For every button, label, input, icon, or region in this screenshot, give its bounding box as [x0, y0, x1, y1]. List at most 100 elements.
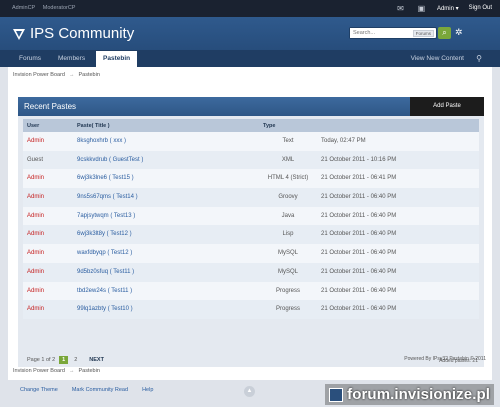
page-content: Invision Power Board → Pastebin Recent Pas… [8, 67, 492, 380]
row-title[interactable]: 9d5bz0sfuq ( Test11 ) [77, 269, 134, 275]
table-row: Admin 6wj3k3lne6 ( Test15 ) HTML 4 (Stri… [23, 169, 479, 189]
row-user[interactable]: Admin [27, 231, 44, 237]
search-button[interactable]: ⌕ [438, 27, 451, 39]
row-date: 21 October 2011 - 06:40 PM [321, 268, 397, 275]
tab-members[interactable]: Members [58, 50, 85, 67]
column-type: Type [263, 123, 276, 129]
arrow-right-icon: → [68, 72, 75, 78]
breadcrumb-current[interactable]: Pastebin [78, 368, 99, 374]
admincp-link[interactable]: AdminCP [12, 5, 35, 11]
table-row: Admin 7apjsytwqm ( Test13 ) Java 21 Octo… [23, 206, 479, 226]
breadcrumb-current[interactable]: Pastebin [78, 72, 99, 78]
moderatorcp-link[interactable]: ModeratorCP [43, 5, 76, 11]
row-title[interactable]: 6wj3k3lne6 ( Test15 ) [77, 175, 134, 181]
user-name: Admin [436, 5, 454, 12]
row-title[interactable]: 7apjsytwqm ( Test13 ) [77, 213, 135, 219]
row-title[interactable]: 9ns5s67qms ( Test14 ) [77, 194, 138, 200]
view-new-content-link[interactable]: View New Content [411, 50, 464, 67]
row-date: 21 October 2011 - 10:16 PM [321, 156, 397, 163]
row-title[interactable]: waxfdbyqp ( Test12 ) [77, 250, 132, 256]
footer-links: Change Theme Mark Community Read Help [20, 387, 153, 393]
help-link[interactable]: Help [142, 387, 153, 393]
row-date: 21 October 2011 - 06:40 PM [321, 250, 397, 257]
row-type: MySQL [277, 250, 298, 257]
panel-title: Recent Pastes [24, 102, 77, 111]
row-user: Guest [27, 156, 44, 163]
change-theme-link[interactable]: Change Theme [20, 387, 58, 393]
row-title[interactable]: 9cskkvdrub ( GuestTest ) [77, 157, 143, 163]
row-user[interactable]: Admin [27, 175, 44, 181]
user-menu[interactable]: Admin ▾ [437, 5, 459, 12]
site-footer: Change Theme Mark Community Read Help ▲ … [0, 380, 500, 407]
row-date: 21 October 2011 - 06:40 PM [321, 212, 397, 219]
table-row: Admin 9ns5s67qms ( Test14 ) Groovy 21 Oc… [23, 188, 479, 207]
row-user[interactable]: Admin [27, 306, 44, 312]
row-title[interactable]: 99lq1azbty ( Test10 ) [77, 306, 133, 312]
row-type: Java [281, 212, 295, 219]
breadcrumb: Invision Power Board → Pastebin [13, 72, 100, 78]
panel-header: Recent Pastes Add Paste [18, 97, 484, 116]
pagination: Page 1 of 2 1 2 NEXT [27, 356, 104, 364]
row-type: Progress [275, 287, 300, 294]
next-page-button[interactable]: NEXT [89, 357, 104, 363]
pastes-table: User Paste( Title ) Type Admin 8ksghoxhr… [18, 116, 484, 367]
row-user[interactable]: Admin [27, 288, 44, 294]
inbox-icon[interactable]: ✉ [395, 3, 406, 13]
row-user[interactable]: Admin [27, 250, 44, 256]
ips-logo-icon [13, 28, 25, 40]
tab-pastebin[interactable]: Pastebin [96, 51, 138, 67]
table-body: Admin 8ksghoxhrb ( xxx ) Text Today, 02:… [23, 132, 479, 319]
tab-forums[interactable]: Forums [19, 50, 41, 67]
row-title[interactable]: 8ksghoxhrb ( xxx ) [77, 138, 126, 144]
page-2-button[interactable]: 2 [72, 357, 79, 363]
search-scope-select[interactable]: Forums [412, 30, 434, 37]
row-date: 21 October 2011 - 06:40 PM [321, 231, 397, 238]
table-row: Admin tbd2ew24s ( Test11 ) Progress 21 O… [23, 281, 479, 301]
arrow-right-icon: → [68, 368, 75, 374]
recent-pastes-panel: Recent Pastes Add Paste User Paste( Titl… [18, 97, 484, 367]
column-title: Paste( Title ) [77, 123, 110, 129]
profile-card-icon[interactable]: ▣ [416, 3, 427, 13]
search-box: Forums [349, 27, 437, 39]
add-paste-button[interactable]: Add Paste [410, 97, 484, 116]
row-user[interactable]: Admin [27, 213, 44, 219]
arrow-up-icon: ▲ [246, 388, 253, 394]
column-user: User [27, 123, 40, 129]
sign-out-link[interactable]: Sign Out [469, 5, 492, 11]
mark-community-read-link[interactable]: Mark Community Read [72, 387, 128, 393]
row-title[interactable]: 6wj3k3lt8y ( Test12 ) [77, 231, 132, 237]
search-input[interactable] [350, 28, 405, 38]
table-row: Admin 9d5bz0sfuq ( Test11 ) MySQL 21 Oct… [23, 262, 479, 282]
row-user[interactable]: Admin [27, 194, 44, 200]
location-pin-icon[interactable]: ⚲ [476, 54, 482, 63]
watermark-logo-icon [329, 387, 344, 402]
row-date: 21 October 2011 - 06:41 PM [321, 175, 397, 182]
watermark: forum.invisionize.pl [325, 384, 494, 405]
row-type: MySQL [277, 268, 298, 275]
row-user[interactable]: Admin [27, 269, 44, 275]
row-type: XML [281, 156, 295, 163]
row-user[interactable]: Admin [27, 138, 44, 144]
breadcrumb-home[interactable]: Invision Power Board [13, 368, 65, 374]
top-links: AdminCP ModeratorCP [12, 5, 81, 11]
main-nav: Forums Members Pastebin View New Content… [0, 50, 500, 67]
row-type: HTML 4 (Strict) [267, 175, 309, 182]
row-title[interactable]: tbd2ew24s ( Test11 ) [77, 288, 132, 294]
page-count-label[interactable]: Page 1 of 2 [27, 357, 55, 363]
powered-by: Powered By IPsv32 Pastebin © 2011 [404, 356, 486, 362]
back-to-top-button[interactable]: ▲ [244, 386, 255, 397]
user-bar: ✉ ▣ Admin ▾ Sign Out [395, 3, 492, 13]
gear-icon[interactable]: ✲ [455, 27, 463, 38]
site-logo[interactable]: IPS Community [12, 25, 134, 42]
top-bar: AdminCP ModeratorCP ✉ ▣ Admin ▾ Sign Out [0, 0, 500, 17]
breadcrumb-home[interactable]: Invision Power Board [13, 72, 65, 78]
row-date: 21 October 2011 - 06:40 PM [321, 287, 397, 294]
table-row: Guest 9cskkvdrub ( GuestTest ) XML 21 Oc… [23, 150, 479, 170]
watermark-text: forum.invisionize.pl [347, 386, 490, 403]
breadcrumb-bottom: Invision Power Board → Pastebin [13, 368, 100, 374]
row-type: Lisp [282, 231, 294, 238]
page-1-button[interactable]: 1 [59, 356, 69, 364]
row-date: 21 October 2011 - 06:40 PM [321, 306, 397, 313]
table-row: Admin waxfdbyqp ( Test12 ) MySQL 21 Octo… [23, 244, 479, 263]
table-row: Admin 8ksghoxhrb ( xxx ) Text Today, 02:… [23, 132, 479, 151]
